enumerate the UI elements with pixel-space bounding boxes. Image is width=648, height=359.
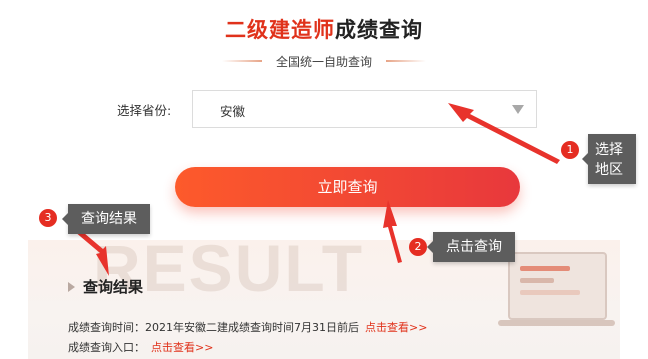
arrow-to-button [383, 200, 402, 263]
callout-select-region: 选择 地区 [582, 134, 636, 184]
annotation-arrows [68, 103, 560, 276]
step-badge-1: 1 [561, 141, 579, 159]
callout-select-region-text: 选择 地区 [595, 142, 623, 178]
step-badge-3: 3 [39, 209, 57, 227]
step-badge-2: 2 [409, 238, 427, 256]
arrow-to-select [448, 103, 560, 164]
callout-query-result: 查询结果 [62, 204, 150, 234]
callout-click-query: 点击查询 [427, 232, 515, 262]
